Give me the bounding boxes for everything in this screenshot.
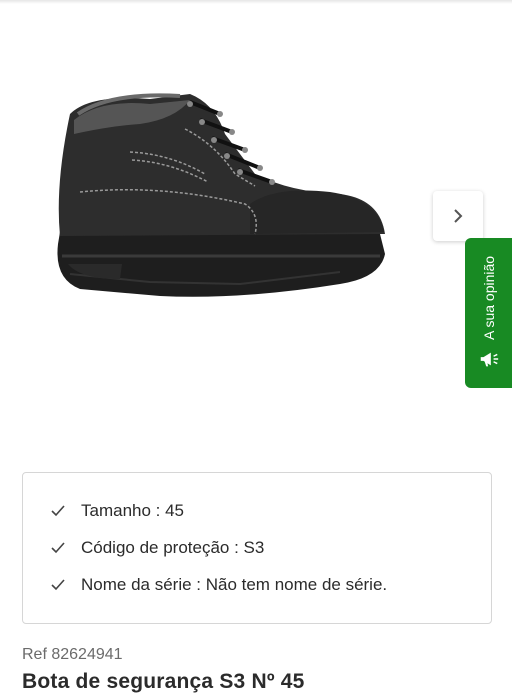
product-ref: Ref 82624941 xyxy=(22,646,123,663)
product-gallery[interactable] xyxy=(0,4,512,454)
check-icon xyxy=(51,579,65,591)
check-icon xyxy=(51,505,65,517)
spec-text: Código de proteção : S3 xyxy=(81,538,265,557)
specs-box: Tamanho : 45 Código de proteção : S3 Nom… xyxy=(22,472,492,624)
check-icon xyxy=(51,542,65,554)
spec-text: Nome da série : Não tem nome de série. xyxy=(81,575,388,594)
safety-boot-image[interactable] xyxy=(40,74,400,314)
feedback-tab-content: A sua opinião xyxy=(469,226,509,376)
spec-text: Tamanho : 45 xyxy=(81,501,185,520)
spec-row-size: Tamanho : 45 xyxy=(51,499,184,523)
feedback-label: A sua opinião xyxy=(481,255,497,340)
spec-row-protection-code: Código de proteção : S3 xyxy=(51,536,264,560)
spec-row-series-name: Nome da série : Não tem nome de série. xyxy=(51,573,387,597)
product-title: Bota de segurança S3 Nº 45 xyxy=(22,670,305,693)
feedback-tab[interactable]: A sua opinião xyxy=(465,238,512,388)
megaphone-icon xyxy=(480,352,499,367)
chevron-right-icon xyxy=(454,209,463,223)
